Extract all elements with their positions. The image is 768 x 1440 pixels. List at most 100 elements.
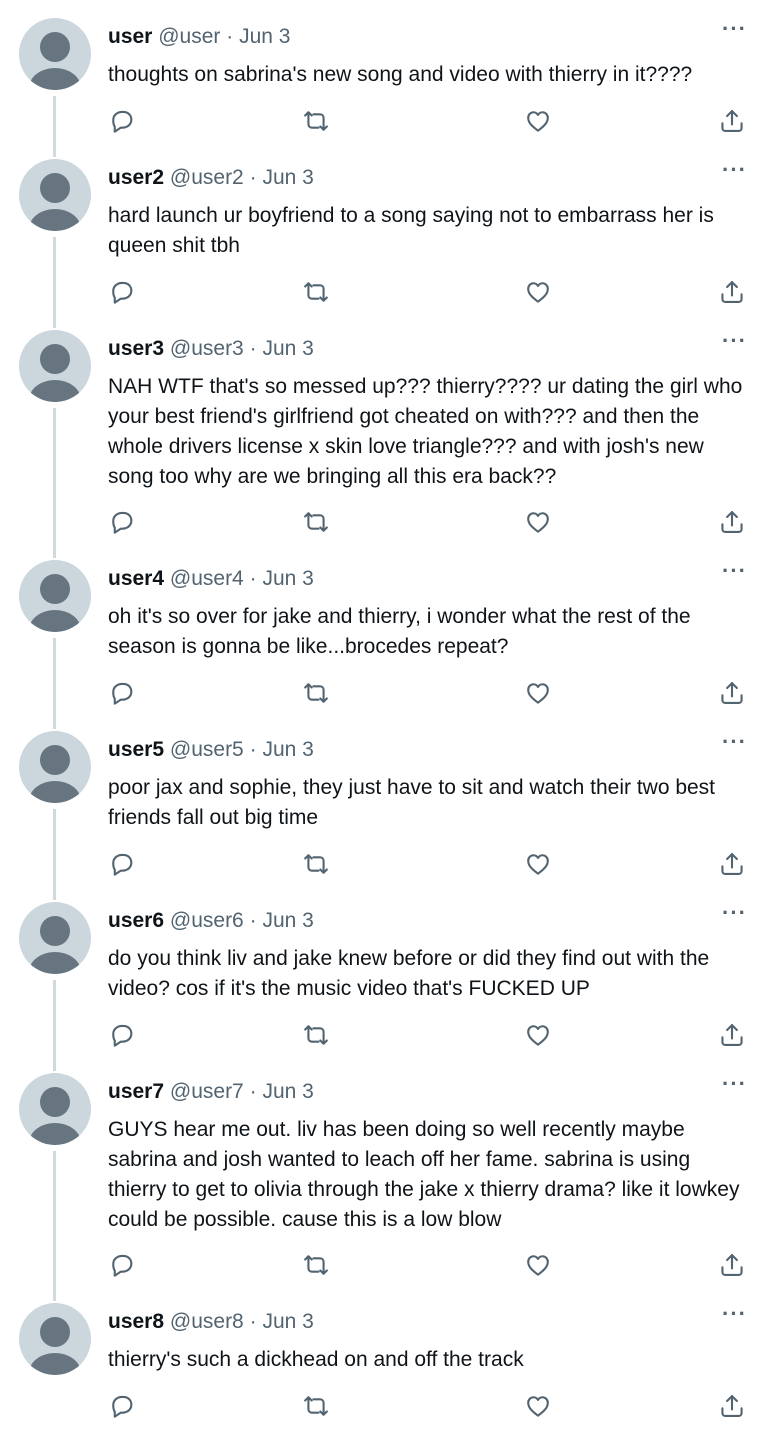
display-name[interactable]: user4 bbox=[108, 567, 164, 590]
reply-thread: user @user · Jun 3 ··· thoughts on sabrina… bbox=[0, 0, 768, 1440]
share-icon[interactable] bbox=[718, 679, 746, 707]
share-icon[interactable] bbox=[718, 508, 746, 536]
retweet-icon[interactable] bbox=[302, 1251, 330, 1279]
tweet[interactable]: user4 @user4 · Jun 3 ··· oh it's so over f… bbox=[0, 542, 768, 729]
reply-icon[interactable] bbox=[108, 508, 136, 536]
tweet-date[interactable]: Jun 3 bbox=[262, 567, 313, 590]
like-icon[interactable] bbox=[524, 1392, 552, 1420]
reply-icon[interactable] bbox=[108, 107, 136, 135]
display-name[interactable]: user7 bbox=[108, 1080, 164, 1103]
user-handle[interactable]: @user2 bbox=[170, 166, 244, 189]
share-icon[interactable] bbox=[718, 850, 746, 878]
display-name[interactable]: user6 bbox=[108, 909, 164, 932]
more-options-icon[interactable]: ··· bbox=[722, 159, 747, 181]
tweet-date[interactable]: Jun 3 bbox=[262, 1080, 313, 1103]
tweet-date[interactable]: Jun 3 bbox=[262, 909, 313, 932]
user-handle[interactable]: @user bbox=[158, 25, 220, 48]
separator-dot: · bbox=[226, 25, 234, 48]
share-icon[interactable] bbox=[718, 107, 746, 135]
tweet[interactable]: user @user · Jun 3 ··· thoughts on sabrina… bbox=[0, 0, 768, 157]
display-name[interactable]: user5 bbox=[108, 738, 164, 761]
tweet[interactable]: user7 @user7 · Jun 3 ··· GUYS hear me out.… bbox=[0, 1055, 768, 1301]
like-icon[interactable] bbox=[524, 679, 552, 707]
avatar[interactable] bbox=[19, 1303, 91, 1375]
user-handle[interactable]: @user8 bbox=[170, 1310, 244, 1333]
reply-icon[interactable] bbox=[108, 679, 136, 707]
separator-dot: · bbox=[249, 567, 257, 590]
avatar-body-shape bbox=[29, 952, 81, 974]
tweet[interactable]: user2 @user2 · Jun 3 ··· hard launch ur bo… bbox=[0, 141, 768, 328]
more-options-icon[interactable]: ··· bbox=[722, 18, 747, 40]
retweet-icon[interactable] bbox=[302, 107, 330, 135]
like-icon[interactable] bbox=[524, 1021, 552, 1049]
thread-connector-line bbox=[53, 1151, 56, 1301]
user-handle[interactable]: @user5 bbox=[170, 738, 244, 761]
share-icon[interactable] bbox=[718, 1021, 746, 1049]
retweet-icon[interactable] bbox=[302, 1392, 330, 1420]
avatar[interactable] bbox=[19, 159, 91, 231]
reply-icon[interactable] bbox=[108, 1251, 136, 1279]
separator-dot: · bbox=[249, 1080, 257, 1103]
avatar[interactable] bbox=[19, 902, 91, 974]
share-icon[interactable] bbox=[718, 1392, 746, 1420]
more-options-icon[interactable]: ··· bbox=[722, 731, 747, 753]
avatar[interactable] bbox=[19, 731, 91, 803]
tweet-date[interactable]: Jun 3 bbox=[239, 25, 290, 48]
display-name[interactable]: user2 bbox=[108, 166, 164, 189]
tweet[interactable]: user6 @user6 · Jun 3 ··· do you think liv … bbox=[0, 884, 768, 1071]
avatar[interactable] bbox=[19, 18, 91, 90]
retweet-icon[interactable] bbox=[302, 508, 330, 536]
tweet-date[interactable]: Jun 3 bbox=[262, 166, 313, 189]
avatar[interactable] bbox=[19, 1073, 91, 1145]
retweet-icon[interactable] bbox=[302, 1021, 330, 1049]
tweet[interactable]: user8 @user8 · Jun 3 ··· thierry's such a … bbox=[0, 1285, 768, 1440]
user-handle[interactable]: @user3 bbox=[170, 337, 244, 360]
avatar-body-shape bbox=[29, 209, 81, 231]
display-name[interactable]: user8 bbox=[108, 1310, 164, 1333]
tweet[interactable]: user3 @user3 · Jun 3 ··· NAH WTF that's so… bbox=[0, 312, 768, 558]
display-name[interactable]: user bbox=[108, 25, 152, 48]
avatar-head-shape bbox=[40, 344, 70, 374]
user-handle[interactable]: @user7 bbox=[170, 1080, 244, 1103]
retweet-icon[interactable] bbox=[302, 278, 330, 306]
like-icon[interactable] bbox=[524, 508, 552, 536]
separator-dot: · bbox=[249, 738, 257, 761]
reply-icon[interactable] bbox=[108, 850, 136, 878]
avatar-body-shape bbox=[29, 1353, 81, 1375]
avatar-body-shape bbox=[29, 610, 81, 632]
tweet-header: user6 @user6 · Jun 3 bbox=[108, 908, 314, 934]
tweet-header: user @user · Jun 3 bbox=[108, 24, 290, 50]
more-options-icon[interactable]: ··· bbox=[722, 902, 747, 924]
user-handle[interactable]: @user4 bbox=[170, 567, 244, 590]
share-icon[interactable] bbox=[718, 278, 746, 306]
tweet-date[interactable]: Jun 3 bbox=[262, 738, 313, 761]
tweet-header: user8 @user8 · Jun 3 bbox=[108, 1309, 314, 1335]
tweet-date[interactable]: Jun 3 bbox=[262, 337, 313, 360]
reply-icon[interactable] bbox=[108, 278, 136, 306]
avatar-head-shape bbox=[40, 916, 70, 946]
like-icon[interactable] bbox=[524, 850, 552, 878]
more-options-icon[interactable]: ··· bbox=[722, 1303, 747, 1325]
retweet-icon[interactable] bbox=[302, 679, 330, 707]
thread-connector-line bbox=[53, 408, 56, 558]
tweet-text: do you think liv and jake knew before or… bbox=[108, 947, 710, 1000]
tweet-header: user7 @user7 · Jun 3 bbox=[108, 1079, 314, 1105]
more-options-icon[interactable]: ··· bbox=[722, 560, 747, 582]
like-icon[interactable] bbox=[524, 1251, 552, 1279]
avatar[interactable] bbox=[19, 330, 91, 402]
share-icon[interactable] bbox=[718, 1251, 746, 1279]
reply-icon[interactable] bbox=[108, 1021, 136, 1049]
avatar-head-shape bbox=[40, 32, 70, 62]
avatar[interactable] bbox=[19, 560, 91, 632]
display-name[interactable]: user3 bbox=[108, 337, 164, 360]
user-handle[interactable]: @user6 bbox=[170, 909, 244, 932]
more-options-icon[interactable]: ··· bbox=[722, 330, 747, 352]
more-options-icon[interactable]: ··· bbox=[722, 1073, 747, 1095]
tweet-text: thoughts on sabrina's new song and video… bbox=[108, 63, 693, 86]
reply-icon[interactable] bbox=[108, 1392, 136, 1420]
like-icon[interactable] bbox=[524, 278, 552, 306]
tweet[interactable]: user5 @user5 · Jun 3 ··· poor jax and soph… bbox=[0, 713, 768, 900]
retweet-icon[interactable] bbox=[302, 850, 330, 878]
tweet-date[interactable]: Jun 3 bbox=[262, 1310, 313, 1333]
like-icon[interactable] bbox=[524, 107, 552, 135]
